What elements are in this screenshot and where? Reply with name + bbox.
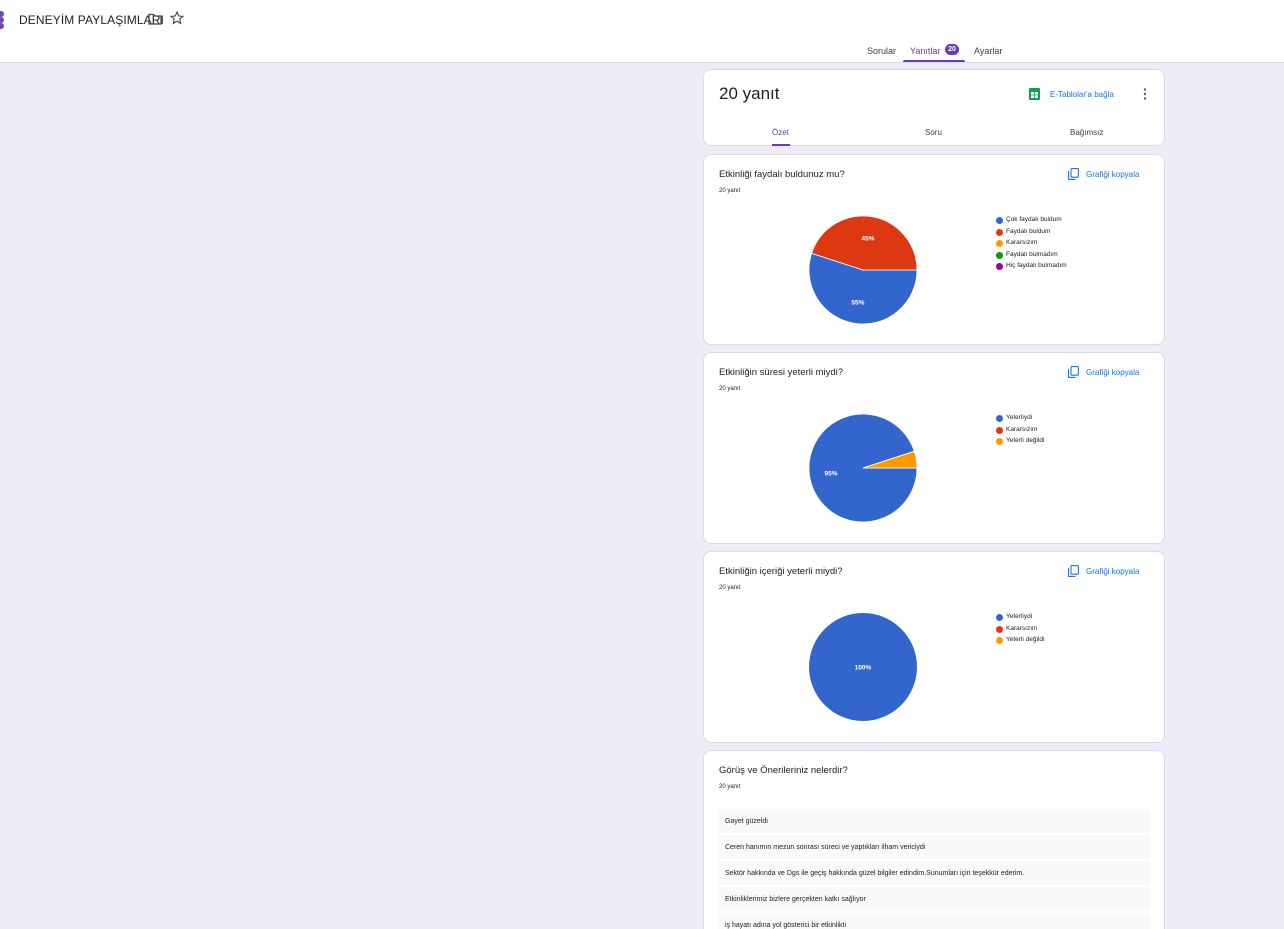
question-title: Etkinliğin içeriği yeterli miydi? xyxy=(719,566,843,577)
copy-chart-label: Grafiği kopyala xyxy=(1086,567,1140,576)
legend-label: Yeterli değildi xyxy=(1006,437,1045,444)
question-response-count: 20 yanıt xyxy=(719,585,741,591)
document-title[interactable]: DENEYİM PAYLAŞIMLARI xyxy=(19,13,164,27)
question-card: Etkinliği faydalı buldunuz mu? 20 yanıt … xyxy=(703,154,1165,345)
legend-swatch xyxy=(996,438,1003,445)
text-answer: Etkinliklerimiz bizlere gerçekten katkı … xyxy=(718,887,1151,911)
legend-label: Çok faydalı buldum xyxy=(1006,216,1062,223)
text-answer: Sektör hakkında ve Dgs ile geçiş hakkınd… xyxy=(718,861,1151,885)
active-subtab-indicator xyxy=(772,144,790,146)
responses-count-badge: 20 xyxy=(945,44,959,55)
copy-icon xyxy=(1068,565,1079,577)
text-answer: Ceren hanımın mezun sonrası süreci ve ya… xyxy=(718,835,1151,859)
copy-chart-label: Grafiği kopyala xyxy=(1086,170,1140,179)
tab-questions[interactable]: Sorular xyxy=(867,46,896,56)
legend-label: Yeterliydi xyxy=(1006,414,1033,421)
legend-label: Kararsızım xyxy=(1006,624,1038,632)
legend-swatch xyxy=(996,625,1003,633)
legend-swatch xyxy=(996,263,1003,270)
question-card: Etkinliğin içeriği yeterli miydi? 20 yan… xyxy=(703,551,1165,743)
legend-swatch xyxy=(996,217,1003,224)
pie-slice-label: 95% xyxy=(824,471,837,478)
legend-label: Yeterli değildi xyxy=(1006,636,1045,643)
pie-chart: 100% xyxy=(809,613,917,721)
question-card: Görüş ve Önerileriniz nelerdir? 20 yanıt… xyxy=(703,750,1165,929)
copy-chart-button[interactable]: Grafiği kopyala xyxy=(1068,167,1162,181)
legend-label: Yeterliydi xyxy=(1006,613,1033,620)
tab-question[interactable]: Soru xyxy=(925,128,942,137)
question-title: Etkinliğin süresi yeterli miydi? xyxy=(719,367,844,378)
tab-settings[interactable]: Ayarlar xyxy=(974,46,1002,56)
question-title: Görüş ve Önerileriniz nelerdir? xyxy=(719,765,848,776)
pie-slice-label: 45% xyxy=(862,235,875,242)
tab-individual[interactable]: Bağımsız xyxy=(1070,128,1103,137)
question-title: Etkinliği faydalı buldunuz mu? xyxy=(719,169,845,180)
legend-label: Kararsızım xyxy=(1006,425,1038,433)
question-response-count: 20 yanıt xyxy=(719,784,741,790)
link-to-sheets-button[interactable]: E-Tablolar'a bağla xyxy=(1050,90,1114,99)
legend-label: Faydalı buldum xyxy=(1006,227,1051,235)
legend-label: Hiç faydalı bulmadım xyxy=(1006,262,1067,269)
tab-summary[interactable]: Özet xyxy=(772,128,789,137)
legend-swatch xyxy=(996,426,1003,434)
legend-swatch xyxy=(996,251,1003,259)
form-tabs: Sorular Yanıtlar Ayarlar xyxy=(0,40,1284,63)
copy-chart-button[interactable]: Grafiği kopyala xyxy=(1068,564,1162,578)
legend-swatch xyxy=(996,228,1003,236)
text-answer: iş hayatı adına yol gösterici bir etkinl… xyxy=(718,913,1151,929)
top-bar: DENEYİM PAYLAŞIMLARI Sorular Yanıtlar Ay… xyxy=(0,0,1284,63)
legend-swatch xyxy=(996,637,1003,644)
responses-summary-card: 20 yanıt E-Tablolar'a bağla Özet Soru Ba… xyxy=(703,69,1165,146)
more-options-icon[interactable] xyxy=(1143,88,1147,100)
legend-label: Faydalı bulmadım xyxy=(1006,250,1058,258)
pie-chart: 95% xyxy=(808,413,918,523)
copy-chart-button[interactable]: Grafiği kopyala xyxy=(1068,365,1162,379)
responses-count-title: 20 yanıt xyxy=(719,84,780,103)
legend-swatch xyxy=(996,240,1003,247)
copy-chart-label: Grafiği kopyala xyxy=(1086,368,1140,377)
pie-slice-label: 100% xyxy=(855,665,872,672)
pie-slice-label: 55% xyxy=(851,300,864,307)
copy-icon xyxy=(1068,366,1079,378)
legend-swatch xyxy=(996,614,1003,621)
question-card: Etkinliğin süresi yeterli miydi? 20 yanı… xyxy=(703,352,1165,544)
tab-responses[interactable]: Yanıtlar xyxy=(910,46,940,56)
folder-icon[interactable] xyxy=(148,13,162,25)
text-answer: Gayet güzeldi xyxy=(718,809,1151,833)
question-response-count: 20 yanıt xyxy=(719,386,741,392)
star-icon[interactable] xyxy=(170,11,184,25)
text-answers-list: Gayet güzeldi Ceren hanımın mezun sonras… xyxy=(718,809,1151,929)
pie-chart: 55% 45% xyxy=(808,215,918,325)
question-response-count: 20 yanıt xyxy=(719,188,741,194)
copy-icon xyxy=(1068,168,1079,180)
sheets-icon[interactable] xyxy=(1029,88,1040,100)
active-tab-indicator xyxy=(903,60,965,62)
legend-label: Kararsızım xyxy=(1006,239,1038,246)
legend-swatch xyxy=(996,415,1003,422)
forms-logo-icon[interactable] xyxy=(0,11,7,29)
